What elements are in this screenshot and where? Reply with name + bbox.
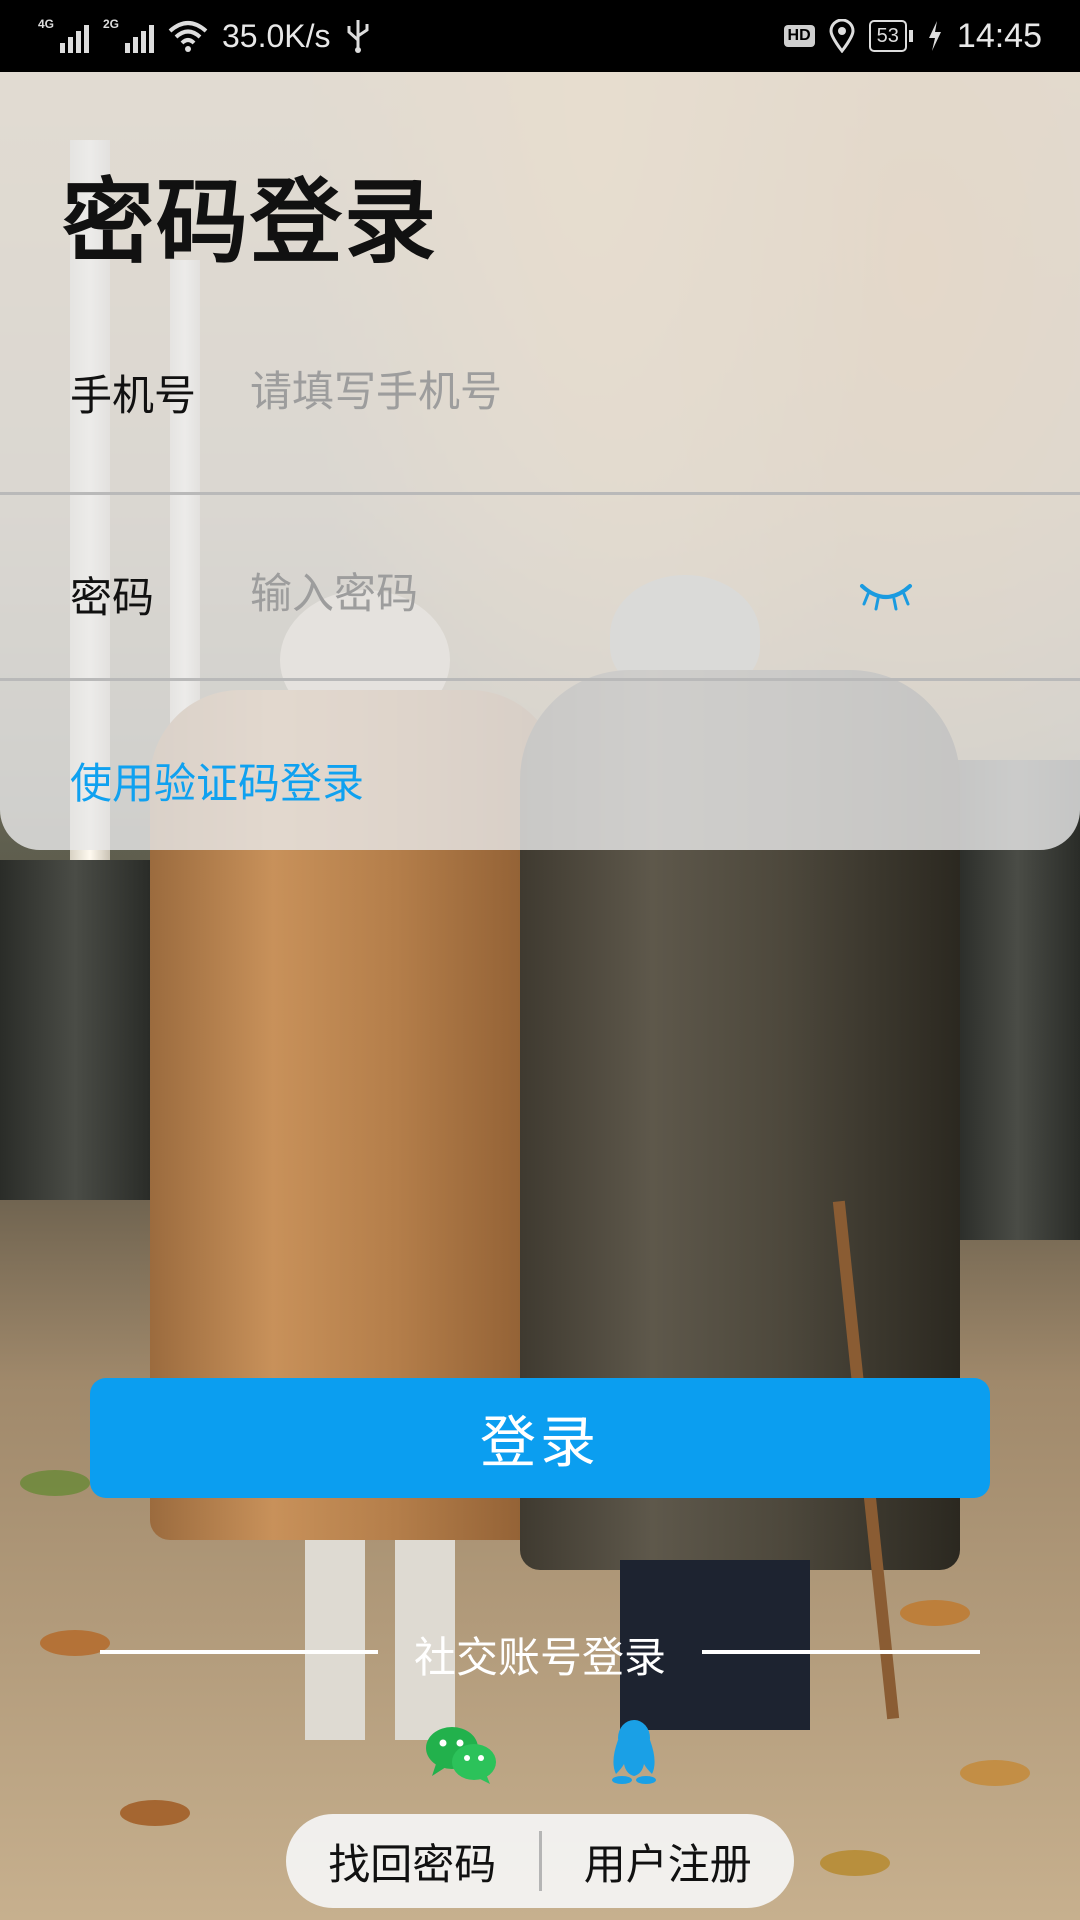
usb-icon: [347, 20, 369, 53]
password-input[interactable]: [248, 562, 812, 624]
divider: [0, 492, 1080, 495]
bench: [0, 860, 150, 1200]
social-login-icons: [0, 1718, 1080, 1788]
sms-code-login-link[interactable]: 使用验证码登录: [70, 750, 364, 811]
footer-links: 找回密码 用户注册: [286, 1814, 794, 1908]
divider-line: [702, 1650, 980, 1654]
social-login-title: 社交账号登录: [413, 1633, 666, 1682]
charging-icon: [928, 21, 941, 51]
leaf: [120, 1800, 190, 1826]
signal-icon: 2G: [103, 17, 154, 53]
battery-icon: 53: [868, 20, 913, 52]
page-title: 密码登录: [62, 169, 439, 276]
location-icon: [829, 19, 855, 53]
wifi-icon: [168, 21, 208, 52]
login-button[interactable]: 登录: [90, 1378, 990, 1498]
phone-input[interactable]: [248, 360, 812, 422]
password-row: 密码: [0, 544, 1080, 644]
divider: [0, 678, 1080, 681]
login-form-card: 密码登录 手机号 密码 使用验证码登录: [0, 72, 1080, 850]
status-bar-right: HD 53 14:45: [783, 16, 1042, 56]
network-type-label: 4G: [38, 17, 55, 31]
leaf: [20, 1470, 90, 1496]
register-link[interactable]: 用户注册: [542, 1831, 795, 1892]
clock: 14:45: [956, 16, 1042, 55]
network-type-label: 2G: [103, 17, 120, 31]
status-bar-left: 4G 2G 35.0K/s: [38, 17, 371, 55]
social-login-header: 社交账号登录: [0, 1620, 1080, 1682]
phone-row: 手机号: [0, 342, 1080, 442]
forgot-password-link[interactable]: 找回密码: [286, 1831, 539, 1892]
qq-icon[interactable]: [608, 1718, 660, 1784]
network-speed: 35.0K/s: [222, 17, 331, 54]
phone-label: 手机号: [70, 371, 197, 420]
leaf: [820, 1850, 890, 1876]
signal-icon: 4G: [38, 17, 89, 53]
battery-level: 53: [868, 20, 907, 52]
password-label: 密码: [70, 573, 155, 622]
status-bar: 4G 2G 35.0K/s HD 53 14:45: [0, 0, 1080, 72]
eye-closed-icon[interactable]: [856, 574, 916, 614]
wechat-icon[interactable]: [424, 1724, 498, 1784]
hd-icon: HD: [783, 25, 815, 47]
